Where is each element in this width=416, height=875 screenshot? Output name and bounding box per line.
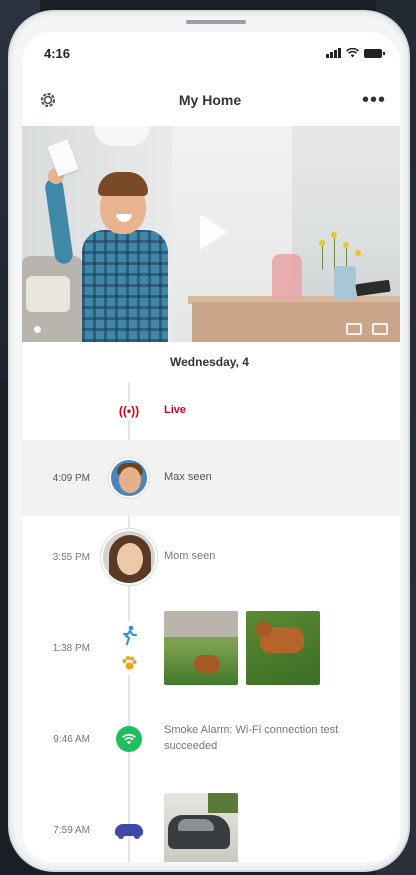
app-bar: My Home ••• — [22, 74, 400, 126]
page-title: My Home — [178, 92, 242, 108]
timeline-item-motion[interactable]: 1:38 PM — [22, 598, 400, 698]
avatar-mom — [101, 529, 157, 585]
motion-icon — [123, 625, 137, 645]
gear-icon[interactable] — [38, 90, 58, 110]
app-screen: 4:16 My Home ••• Wednesday, 4 ((•)) Live… — [22, 32, 400, 862]
event-label: Live — [164, 404, 187, 417]
timeline-item-mom-seen[interactable]: 3:55 PM Mom seen — [22, 516, 400, 598]
event-label: Smoke Alarm: Wi-Fi connection test succe… — [164, 724, 339, 752]
car-icon — [115, 824, 143, 839]
timeline-item-vehicle[interactable]: 7:59 AM — [22, 780, 400, 862]
phone-notch — [186, 20, 246, 24]
page-dot-indicator — [34, 325, 41, 333]
status-bar: 4:16 — [22, 32, 400, 74]
timeline-item-live[interactable]: ((•)) Live — [22, 382, 400, 440]
status-time: 4:16 — [44, 45, 71, 61]
event-time: 3:55 PM — [52, 551, 90, 563]
play-icon[interactable] — [200, 214, 228, 250]
event-timeline: ((•)) Live 4:09 PM Max seen 3:55 PM Mom … — [22, 382, 400, 862]
event-thumbnails — [164, 611, 384, 685]
event-label: Mom seen — [164, 550, 216, 563]
phone-frame: 4:16 My Home ••• Wednesday, 4 ((•)) Live… — [8, 10, 410, 872]
timeline-item-max-seen[interactable]: 4:09 PM Max seen — [22, 440, 400, 516]
timeline-date-header: Wednesday, 4 — [170, 355, 249, 369]
camera-video-preview[interactable] — [22, 126, 400, 342]
event-time: 1:38 PM — [52, 642, 90, 654]
event-thumbnail[interactable] — [164, 793, 238, 862]
cellular-signal-icon — [326, 48, 341, 58]
wifi-status-icon — [346, 48, 359, 58]
event-thumbnail[interactable] — [246, 611, 320, 685]
camera-icon[interactable] — [346, 323, 362, 335]
avatar-max — [109, 458, 149, 498]
status-icons — [326, 48, 385, 58]
timeline-item-smoke-alarm[interactable]: 9:46 AM Smoke Alarm: Wi-Fi connection te… — [22, 698, 400, 780]
fullscreen-icon[interactable] — [372, 323, 388, 335]
live-broadcast-icon: ((•)) — [118, 402, 140, 420]
event-thumbnail[interactable] — [164, 611, 238, 685]
event-time: 9:46 AM — [53, 733, 90, 745]
wifi-icon — [116, 726, 142, 752]
video-controls — [22, 316, 400, 342]
battery-icon — [364, 48, 385, 58]
more-options-icon[interactable]: ••• — [362, 90, 386, 110]
pet-paw-icon — [122, 656, 137, 670]
event-time: 7:59 AM — [53, 824, 90, 836]
event-label: Max seen — [164, 471, 212, 484]
event-time: 4:09 PM — [52, 472, 90, 484]
